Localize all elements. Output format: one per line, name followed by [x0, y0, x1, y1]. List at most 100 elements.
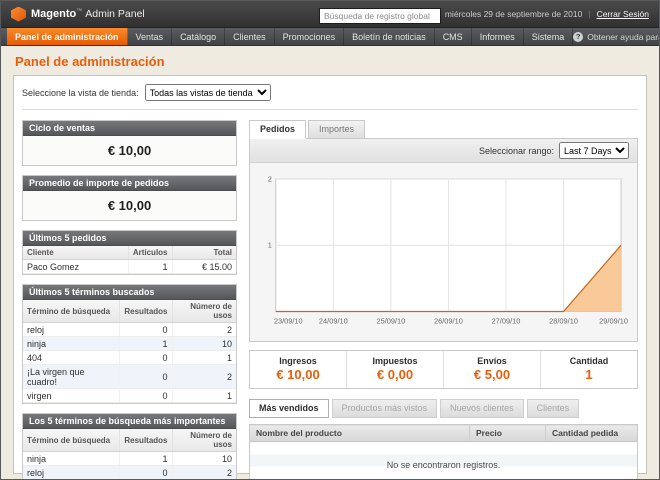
help-label: Obtener ayuda para esta página — [587, 32, 660, 42]
table-cell: Paco Gomez — [23, 260, 128, 274]
table-row[interactable]: reloj02 — [23, 466, 236, 480]
dashboard-content: Seleccione la vista de tienda: Todas las… — [13, 75, 647, 474]
products-grid: Nombre del productoPrecioCantidad pedida… — [249, 424, 638, 480]
table-cell: reloj — [23, 466, 120, 480]
nav-item-boletin[interactable]: Boletín de noticias — [344, 28, 435, 45]
table-cell: 2 — [172, 323, 236, 337]
empty-row: No se encontraron registros. — [250, 442, 638, 480]
table-cell: € 15.00 — [172, 260, 236, 274]
nav-item-promociones[interactable]: Promociones — [275, 28, 345, 45]
total-label: Impuestos — [349, 356, 441, 366]
table-header-cell: Artículos — [128, 246, 172, 260]
store-view-select[interactable]: Todas las vistas de tienda — [145, 84, 271, 101]
tab-clientes[interactable]: Clientes — [527, 399, 580, 418]
svg-text:2: 2 — [268, 174, 272, 183]
lifetime-sales-value: € 10,00 — [23, 136, 236, 165]
table-row[interactable]: Paco Gomez1€ 15.00 — [23, 260, 236, 274]
svg-text:24/09/10: 24/09/10 — [319, 316, 348, 325]
table-cell: 1 — [172, 389, 236, 403]
nav-item-ventas[interactable]: Ventas — [128, 28, 173, 45]
svg-text:23/09/10: 23/09/10 — [274, 316, 303, 325]
table-header-row: Término de búsquedaResultadosNúmero de u… — [23, 429, 236, 452]
table-cell: 404 — [23, 351, 120, 365]
table-header-row: ClienteArtículosTotal — [23, 246, 236, 260]
tab-nuevos-clientes[interactable]: Nuevos clientes — [440, 399, 524, 418]
logout-link[interactable]: Cerrar Sesión — [597, 9, 649, 19]
table-cell: ninja — [23, 337, 120, 351]
tab-pedidos[interactable]: Pedidos — [249, 120, 306, 139]
total-ingresos: Ingresos € 10,00 — [250, 351, 346, 388]
help-link[interactable]: ? Obtener ayuda para esta página — [573, 28, 660, 45]
main-nav: Panel de administración Ventas Catálogo … — [1, 28, 659, 46]
table-cell: 10 — [172, 452, 236, 466]
page-title: Panel de administración — [15, 54, 645, 69]
magento-logo-text: Magento™Admin Panel — [31, 8, 145, 20]
svg-text:25/09/10: 25/09/10 — [376, 316, 405, 325]
total-envios: Envíos € 5,00 — [443, 351, 540, 388]
nav-item-cms[interactable]: CMS — [435, 28, 472, 45]
table-row[interactable]: 40401 — [23, 351, 236, 365]
chart-tabs: Pedidos Importes — [249, 120, 638, 139]
nav-item-catalogo[interactable]: Catálogo — [172, 28, 225, 45]
top-search-terms-table: Término de búsquedaResultadosNúmero de u… — [23, 429, 236, 480]
tab-importes[interactable]: Importes — [308, 120, 365, 139]
table-cell: 1 — [128, 260, 172, 274]
range-select[interactable]: Last 7 Days — [559, 142, 629, 159]
empty-message: No se encontraron registros. — [250, 442, 638, 480]
totals-bar: Ingresos € 10,00 Impuestos € 0,00 Envíos… — [249, 350, 638, 389]
nav-item-dashboard[interactable]: Panel de administración — [7, 28, 128, 45]
table-cell: 1 — [172, 351, 236, 365]
total-cantidad: Cantidad 1 — [540, 351, 637, 388]
table-cell: 0 — [120, 466, 172, 480]
last-search-terms-body: reloj02ninja11040401¡La virgen que cuadr… — [23, 323, 236, 403]
nav-item-clientes[interactable]: Clientes — [225, 28, 275, 45]
tab-mas-vendidos[interactable]: Más vendidos — [249, 399, 329, 418]
tab-productos-mas-vistos[interactable]: Productos más vistos — [332, 399, 438, 418]
last-orders-table: ClienteArtículosTotal Paco Gomez1€ 15.00 — [23, 246, 236, 274]
last-search-terms-panel: Últimos 5 términos buscados Término de b… — [22, 284, 237, 404]
last-search-terms-table: Término de búsquedaResultadosNúmero de u… — [23, 300, 236, 403]
svg-text:26/09/10: 26/09/10 — [434, 316, 463, 325]
table-header-cell: Resultados — [120, 300, 172, 323]
nav-item-sistema[interactable]: Sistema — [524, 28, 574, 45]
table-row[interactable]: virgen01 — [23, 389, 236, 403]
table-cell: virgen — [23, 389, 120, 403]
orders-chart-card: Seleccionar rango: Last 7 Days 1 2 23/09/1… — [249, 138, 638, 342]
nav-item-informes[interactable]: Informes — [472, 28, 524, 45]
average-orders-value: € 10,00 — [23, 191, 236, 220]
table-row[interactable]: reloj02 — [23, 323, 236, 337]
admin-panel-label: Admin Panel — [85, 8, 145, 20]
table-row[interactable]: ninja110 — [23, 337, 236, 351]
store-view-switcher: Seleccione la vista de tienda: Todas las… — [22, 84, 638, 110]
range-bar: Seleccionar rango: Last 7 Days — [250, 139, 637, 163]
table-header-cell: Cantidad pedida — [546, 425, 638, 442]
products-grid-body: No se encontraron registros. — [250, 442, 638, 480]
total-value: 1 — [543, 367, 635, 382]
table-cell: 1 — [120, 452, 172, 466]
table-row[interactable]: ¡La virgen que cuadro!02 — [23, 365, 236, 389]
table-header-cell: Total — [172, 246, 236, 260]
table-header-row: Término de búsquedaResultadosNúmero de u… — [23, 300, 236, 323]
panel-title: Últimos 5 pedidos — [23, 231, 236, 246]
table-cell: 2 — [172, 365, 236, 389]
global-search-input[interactable] — [319, 8, 441, 24]
table-header-cell: Número de usos — [172, 429, 236, 452]
total-label: Cantidad — [543, 356, 635, 366]
grid-header-row: Nombre del productoPrecioCantidad pedida — [250, 425, 638, 442]
table-cell: 1 — [120, 337, 172, 351]
table-cell: 0 — [120, 351, 172, 365]
dashboard-sidebar: Ciclo de ventas € 10,00 Promedio de impo… — [22, 120, 237, 480]
svg-text:27/09/10: 27/09/10 — [492, 316, 521, 325]
range-label: Seleccionar rango: — [479, 146, 554, 156]
magento-admin-window: Magento™Admin Panel Accedió como aparo |… — [0, 0, 660, 480]
total-value: € 0,00 — [349, 367, 441, 382]
svg-text:1: 1 — [268, 241, 272, 250]
top-search-terms-body: ninja110reloj02¡La virgen que cuadro!024… — [23, 452, 236, 480]
total-label: Envíos — [446, 356, 538, 366]
table-row[interactable]: ninja110 — [23, 452, 236, 466]
global-search — [319, 6, 441, 24]
total-impuestos: Impuestos € 0,00 — [346, 351, 443, 388]
chart-area: 1 2 23/09/10 24/09/10 25/09/10 26/09/10 27/09/… — [250, 163, 637, 341]
total-value: € 10,00 — [252, 367, 344, 382]
table-cell: 2 — [172, 466, 236, 480]
